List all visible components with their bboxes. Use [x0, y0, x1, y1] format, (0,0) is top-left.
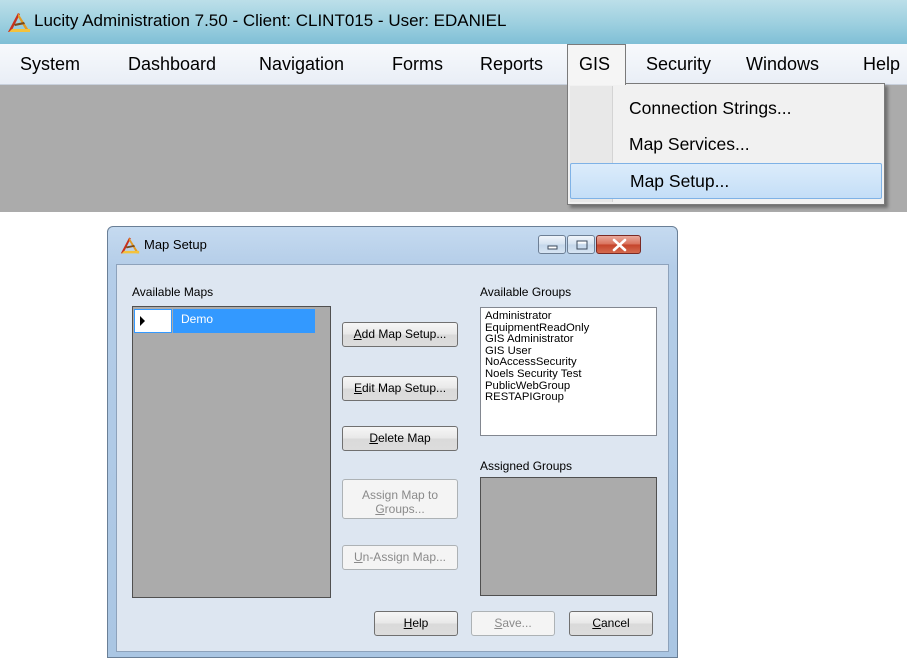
menu-item-map-setup[interactable]: Map Setup...	[570, 163, 882, 199]
delete-map-button[interactable]: Delete Map	[342, 426, 458, 451]
close-button[interactable]	[596, 235, 641, 254]
dialog-title: Map Setup	[144, 237, 207, 252]
app-window: Lucity Administration 7.50 - Client: CLI…	[0, 0, 907, 212]
available-maps-grid[interactable]: Demo	[132, 306, 331, 598]
list-item[interactable]: RESTAPIGroup	[485, 392, 656, 404]
minimize-button[interactable]	[538, 235, 566, 254]
app-title-bar[interactable]: Lucity Administration 7.50 - Client: CLI…	[0, 0, 907, 44]
save-button[interactable]: Save...	[471, 611, 555, 636]
cancel-button[interactable]: Cancel	[569, 611, 653, 636]
lucity-logo-icon	[120, 237, 140, 254]
button-label: ave...	[502, 616, 532, 630]
menu-help[interactable]: Help	[855, 44, 907, 84]
close-icon	[612, 238, 627, 252]
mnemonic: U	[353, 550, 363, 564]
mnemonic: E	[353, 381, 362, 395]
maximize-icon	[576, 240, 588, 250]
mnemonic: C	[592, 616, 601, 630]
row-selector-icon[interactable]	[134, 309, 172, 333]
button-label: ancel	[600, 616, 630, 630]
button-label: Assign Map to	[361, 487, 439, 502]
maximize-button[interactable]	[567, 235, 595, 254]
add-map-setup-button[interactable]: Add Map Setup...	[342, 322, 458, 347]
available-groups-list[interactable]: Administrator EquipmentReadOnly GIS Admi…	[480, 307, 657, 436]
menu-bar: System Dashboard Navigation Forms Report…	[0, 44, 907, 85]
button-label: dit Map Setup...	[361, 381, 447, 395]
button-label: n-Assign Map...	[362, 550, 447, 564]
list-item[interactable]: Administrator	[485, 310, 656, 323]
help-button[interactable]: Help	[374, 611, 458, 636]
lucity-logo-icon	[8, 13, 30, 32]
menu-windows[interactable]: Windows	[738, 44, 827, 84]
menu-navigation[interactable]: Navigation	[251, 44, 352, 84]
mnemonic: A	[353, 327, 362, 341]
mnemonic: G	[375, 501, 385, 516]
menu-reports[interactable]: Reports	[472, 44, 551, 84]
assign-map-to-groups-button[interactable]: Assign Map to Groups...	[342, 479, 458, 519]
button-label: roups...	[384, 501, 425, 516]
un-assign-map-button[interactable]: Un-Assign Map...	[342, 545, 458, 570]
menu-forms[interactable]: Forms	[384, 44, 451, 84]
menu-security[interactable]: Security	[638, 44, 719, 84]
button-label: elete Map	[377, 431, 431, 445]
button-label: elp	[412, 616, 429, 630]
map-row-demo[interactable]: Demo	[173, 309, 315, 333]
app-title: Lucity Administration 7.50 - Client: CLI…	[34, 11, 507, 30]
minimize-icon	[547, 245, 558, 250]
menu-dashboard[interactable]: Dashboard	[120, 44, 224, 84]
menu-gis[interactable]: GIS	[567, 44, 626, 85]
menu-system[interactable]: System	[12, 44, 88, 84]
available-groups-label: Available Groups	[480, 285, 572, 299]
list-item[interactable]: Noels Security Test	[485, 368, 656, 381]
assigned-groups-list[interactable]	[480, 477, 657, 596]
dialog-content: Available Maps Demo Add Map Setup... Edi…	[116, 264, 669, 652]
menu-item-connection-strings[interactable]: Connection Strings...	[570, 90, 882, 126]
mnemonic: D	[369, 431, 378, 445]
edit-map-setup-button[interactable]: Edit Map Setup...	[342, 376, 458, 401]
assigned-groups-label: Assigned Groups	[480, 459, 573, 473]
menu-item-map-services[interactable]: Map Services...	[570, 126, 882, 162]
button-label: dd Map Setup...	[361, 327, 447, 341]
gis-dropdown-menu: Connection Strings... Map Services... Ma…	[567, 83, 885, 205]
map-setup-dialog: Map Setup Available Maps Demo Add Map Se…	[107, 226, 678, 658]
available-maps-label: Available Maps	[132, 285, 214, 299]
